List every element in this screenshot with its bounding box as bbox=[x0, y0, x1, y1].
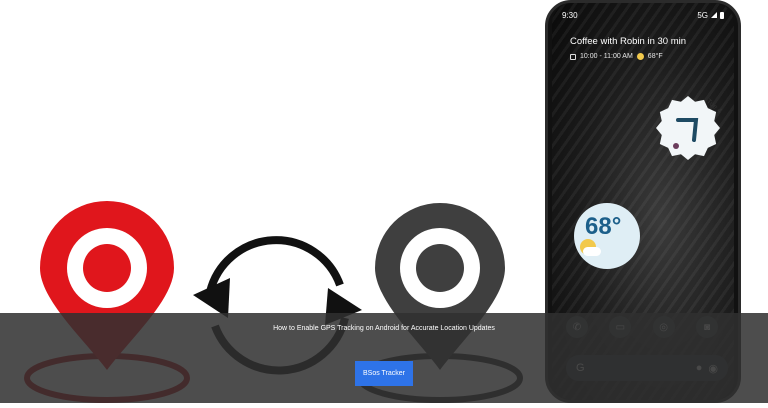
event-title: Coffee with Robin in 30 min bbox=[570, 36, 686, 47]
signal-icon bbox=[711, 12, 717, 18]
event-time: 10:00 - 11:00 AM bbox=[580, 53, 633, 60]
caption-text: How to Enable GPS Tracking on Android fo… bbox=[273, 325, 495, 332]
event-details: 10:00 - 11:00 AM 68°F bbox=[570, 53, 663, 60]
sun-icon bbox=[636, 53, 644, 60]
event-weather: 68°F bbox=[647, 53, 663, 60]
bsos-tracker-button[interactable]: BSos Tracker bbox=[355, 361, 413, 386]
calendar-icon bbox=[570, 53, 576, 60]
status-time: 9:30 bbox=[562, 10, 578, 20]
weather-temp: 68° bbox=[585, 213, 622, 240]
battery-icon bbox=[720, 11, 724, 19]
phone-status-bar: 9:30 5G bbox=[562, 9, 724, 21]
weather-cloud-icon bbox=[583, 247, 601, 256]
status-network: 5G bbox=[697, 10, 708, 20]
